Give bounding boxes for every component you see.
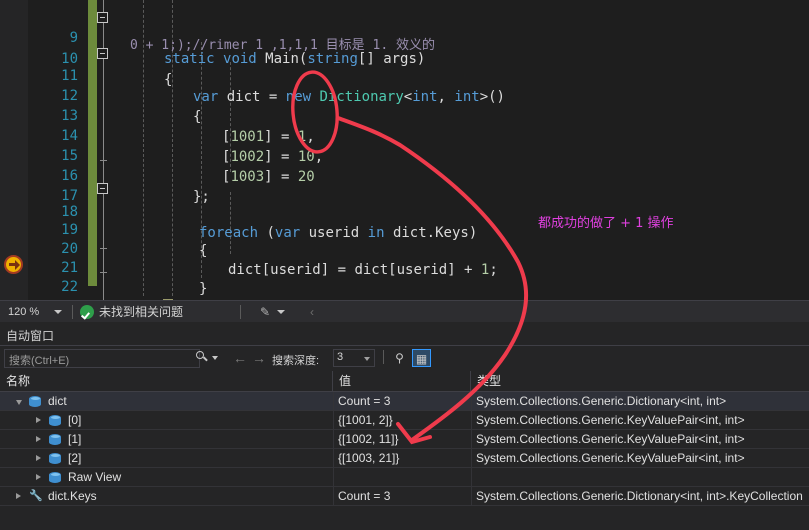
table-row[interactable]: [2] {[1003, 21]} System.Collections.Gene… <box>0 449 809 468</box>
expander-icon[interactable] <box>36 455 43 462</box>
column-header-value[interactable]: 值 <box>333 371 471 391</box>
search-next-button[interactable]: → <box>252 350 266 366</box>
database-icon <box>29 396 41 407</box>
row-name-cell[interactable]: dict <box>0 392 332 410</box>
chevron-down-icon[interactable] <box>364 357 370 361</box>
row-type-cell: System.Collections.Generic.KeyValuePair<… <box>471 411 809 429</box>
database-icon <box>49 415 61 426</box>
filter-pin-icon[interactable]: ⚲ <box>390 349 409 367</box>
expander-icon[interactable] <box>36 474 43 481</box>
search-input[interactable]: 搜索(Ctrl+E) <box>4 349 200 368</box>
search-prev-button[interactable]: ← <box>233 350 247 366</box>
green-check-icon <box>80 305 94 319</box>
code-line-12: 12 { <box>0 65 809 125</box>
code-line-23: 23 <box>0 276 809 300</box>
autos-window: 自动窗口 搜索(Ctrl+E) ← → 搜索深度: 3 ⚲ ▦ 名称 值 类型 … <box>0 322 809 530</box>
variable-name: Raw View <box>68 470 122 484</box>
code-line-11: 11 var dict = new Dictionary<int, int>() <box>0 45 809 105</box>
search-depth-select[interactable]: 3 <box>333 349 375 367</box>
code-line-19: 19 { <box>0 199 809 259</box>
code-line-16: 16 }; <box>0 145 809 205</box>
search-icon[interactable] <box>196 351 209 364</box>
database-icon <box>49 453 61 464</box>
table-row[interactable]: [1] {[1002, 11]} System.Collections.Gene… <box>0 430 809 449</box>
row-type-cell: System.Collections.Generic.Dictionary<in… <box>471 392 809 410</box>
row-value-cell[interactable] <box>333 468 470 486</box>
table-header: 名称 值 类型 <box>0 371 809 392</box>
code-line-22: 22 } <box>0 256 809 300</box>
editor-status-bar: 120 % 未找到相关问题 ✎ ‹ <box>0 300 809 322</box>
code-editor[interactable]: 0 + 1;);//rimer 1 ,1,1,1 目标是 1. 效义的 9 st… <box>0 0 809 300</box>
database-icon <box>49 472 61 483</box>
expander-icon[interactable] <box>36 436 43 443</box>
column-header-name[interactable]: 名称 <box>0 371 333 391</box>
hex-display-icon[interactable]: ▦ <box>412 349 431 367</box>
wrench-icon: 🔧 <box>29 490 43 502</box>
toolbar-separator <box>383 350 384 364</box>
variable-name: dict <box>48 394 67 408</box>
code-line-21: 21 } <box>0 237 809 297</box>
search-depth-label: 搜索深度: <box>272 355 320 367</box>
variables-tree: dict Count = 3 System.Collections.Generi… <box>0 392 809 522</box>
search-placeholder: 搜索(Ctrl+E) <box>9 355 70 367</box>
row-value-cell[interactable]: Count = 3 <box>333 392 470 410</box>
variable-name: [0] <box>68 413 82 427</box>
row-name-cell[interactable]: 🔧 dict.Keys <box>0 487 332 505</box>
row-value-cell[interactable]: {[1003, 21]} <box>333 449 470 467</box>
table-row[interactable]: 🔧 dict.Keys Count = 3 System.Collections… <box>0 487 809 506</box>
row-value-cell[interactable]: Count = 3 <box>333 487 470 505</box>
expander-icon[interactable] <box>16 493 23 500</box>
code-line-14: 14 [1002] = 10, <box>0 105 809 165</box>
table-row[interactable]: dict Count = 3 System.Collections.Generi… <box>0 392 809 411</box>
row-type-cell: System.Collections.Generic.KeyValuePair<… <box>471 449 809 467</box>
row-value-cell[interactable]: {[1002, 11]} <box>333 430 470 448</box>
row-name-cell[interactable]: [1] <box>0 430 332 448</box>
column-header-type[interactable]: 类型 <box>471 371 809 391</box>
variable-name: [1] <box>68 432 82 446</box>
status-message: 未找到相关问题 <box>99 305 184 319</box>
row-type-cell: System.Collections.Generic.KeyValuePair<… <box>471 430 809 448</box>
status-separator <box>240 305 241 319</box>
code-line-13: 13 [1001] = 1, <box>0 85 809 145</box>
zoom-level-value: 120 % <box>8 306 40 318</box>
row-type-cell <box>471 468 809 486</box>
variable-name: dict.Keys <box>48 489 97 503</box>
search-options-chevron-icon[interactable] <box>212 356 218 360</box>
status-separator <box>72 305 73 319</box>
code-line-9: 9 static void Main(string[] args) <box>0 7 809 67</box>
panel-title: 自动窗口 <box>6 329 55 343</box>
scroll-left-chevron-icon[interactable]: ‹ <box>310 305 314 319</box>
autos-toolbar: 搜索(Ctrl+E) ← → 搜索深度: 3 ⚲ ▦ <box>0 346 809 370</box>
code-line-15: 15 [1003] = 20 <box>0 125 809 185</box>
code-line-20: 20 dict[userid] = dict[userid] + 1; <box>0 218 809 278</box>
row-value-cell[interactable]: {[1001, 2]} <box>333 411 470 429</box>
database-icon <box>49 434 61 445</box>
row-type-cell: System.Collections.Generic.Dictionary<in… <box>471 487 809 505</box>
row-name-cell[interactable]: [0] <box>0 411 332 429</box>
expander-icon[interactable] <box>36 417 43 424</box>
row-name-cell[interactable]: Raw View <box>0 468 332 486</box>
chevron-down-icon[interactable] <box>277 310 285 314</box>
pencil-icon[interactable]: ✎ <box>260 306 274 318</box>
search-depth-value: 3 <box>337 351 344 363</box>
variable-name: [2] <box>68 451 82 465</box>
code-text-area[interactable]: 0 + 1;);//rimer 1 ,1,1,1 目标是 1. 效义的 9 st… <box>0 0 809 300</box>
table-row[interactable]: [0] {[1001, 2]} System.Collections.Gener… <box>0 411 809 430</box>
annotation-label: 都成功的做了 + 1 操作 <box>538 216 674 231</box>
chevron-down-icon[interactable] <box>54 310 62 314</box>
expander-icon[interactable] <box>16 398 23 405</box>
table-row[interactable]: Raw View <box>0 468 809 487</box>
zoom-level-dropdown[interactable]: 120 % <box>4 303 70 321</box>
row-name-cell[interactable]: [2] <box>0 449 332 467</box>
